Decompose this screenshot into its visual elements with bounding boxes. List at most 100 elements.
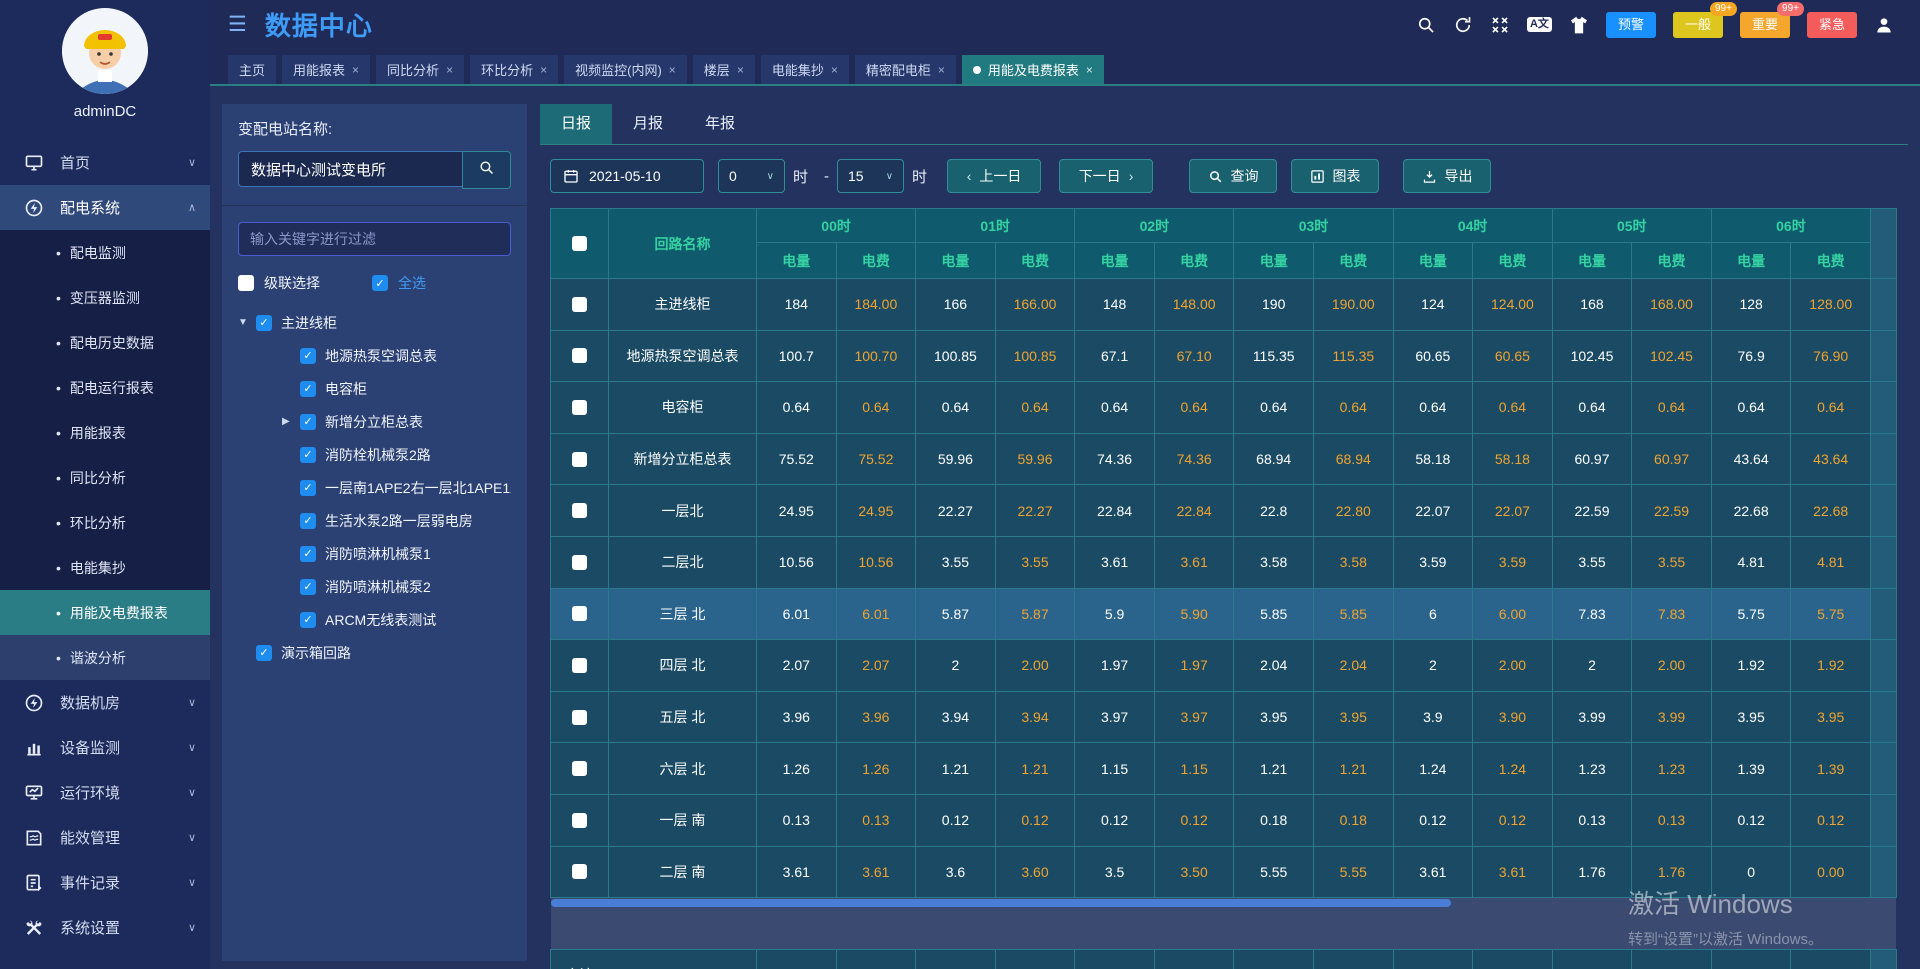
tree-checkbox[interactable]: ✓ (300, 447, 316, 463)
tree-node[interactable]: ✓消防栓机械泵2路 (238, 438, 511, 471)
table-row[interactable]: 六层 北1.261.261.211.211.151.151.211.211.24… (551, 743, 1897, 795)
row-checkbox[interactable] (572, 710, 587, 725)
sidebar-item[interactable]: 数据机房∨ (0, 680, 210, 725)
tree-node[interactable]: ✓生活水泵2路一层弱电房 (238, 504, 511, 537)
row-checkbox[interactable] (572, 658, 587, 673)
tree-node[interactable]: ▶✓新增分立柜总表 (238, 405, 511, 438)
tree-checkbox[interactable]: ✓ (300, 612, 316, 628)
table-row[interactable]: 一层 南0.130.130.120.120.120.120.180.180.12… (551, 794, 1897, 846)
vertical-scrollbar[interactable] (1870, 433, 1896, 485)
vertical-scrollbar[interactable] (1870, 640, 1896, 692)
tree-checkbox[interactable]: ✓ (300, 579, 316, 595)
row-checkbox[interactable] (572, 503, 587, 518)
alarm-button[interactable]: 紧急 (1807, 12, 1857, 38)
sidebar-subitem[interactable]: •电能集抄 (0, 545, 210, 590)
row-checkbox[interactable] (572, 606, 587, 621)
report-tab[interactable]: 日报 (540, 104, 612, 144)
sidebar-subitem[interactable]: •环比分析 (0, 500, 210, 545)
sidebar-item[interactable]: 配电系统∧ (0, 185, 210, 230)
tree-node[interactable]: ✓地源热泵空调总表 (238, 339, 511, 372)
chevron-collapsed-icon[interactable]: ▶ (282, 416, 300, 427)
vertical-scrollbar[interactable] (1870, 279, 1896, 331)
tree-node[interactable]: ✓一层南1APE2右一层北1APE1左 (238, 471, 511, 504)
row-checkbox[interactable] (572, 452, 587, 467)
hamburger-menu-icon[interactable]: ☰ (228, 12, 247, 37)
table-row[interactable]: 一层北24.9524.9522.2722.2722.8422.8422.822.… (551, 485, 1897, 537)
vertical-scrollbar[interactable] (1870, 330, 1896, 382)
sidebar-item[interactable]: 设备监测∨ (0, 725, 210, 770)
tree-node[interactable]: ▼✓主进线柜 (238, 306, 511, 339)
hour-end-select[interactable]: 15 ∨ (837, 159, 904, 193)
close-icon[interactable]: × (737, 63, 744, 77)
sidebar-item[interactable]: 首页∨ (0, 140, 210, 185)
table-row[interactable]: 四层 北2.072.0722.001.971.972.042.0422.0022… (551, 640, 1897, 692)
close-icon[interactable]: × (352, 63, 359, 77)
row-checkbox[interactable] (572, 864, 587, 879)
row-checkbox[interactable] (572, 813, 587, 828)
select-all-checkbox[interactable]: ✓ (372, 275, 388, 291)
table-row[interactable]: 主进线柜184184.00166166.00148148.00190190.00… (551, 279, 1897, 331)
station-input[interactable] (238, 151, 462, 187)
prev-day-button[interactable]: ‹ 上一日 (947, 159, 1041, 193)
table-row[interactable]: 新增分立柜总表75.5275.5259.9659.9674.3674.3668.… (551, 433, 1897, 485)
horizontal-scrollbar-thumb[interactable] (551, 899, 1451, 907)
tree-checkbox[interactable]: ✓ (300, 414, 316, 430)
table-row[interactable]: 电容柜0.640.640.640.640.640.640.640.640.640… (551, 382, 1897, 434)
vertical-scrollbar[interactable] (1870, 382, 1896, 434)
tree-checkbox[interactable]: ✓ (300, 381, 316, 397)
date-picker[interactable]: 2021-05-10 (550, 159, 704, 193)
sidebar-subitem[interactable]: •变压器监测 (0, 275, 210, 320)
tree-node[interactable]: ✓ARCM无线表测试 (238, 603, 511, 636)
sidebar-subitem[interactable]: •配电历史数据 (0, 320, 210, 365)
vertical-scrollbar[interactable] (1870, 691, 1896, 743)
vertical-scrollbar[interactable] (1870, 536, 1896, 588)
sidebar-item[interactable]: 系统设置∨ (0, 905, 210, 950)
nav-tab[interactable]: 精密配电柜× (855, 55, 956, 84)
tree-checkbox[interactable]: ✓ (256, 315, 272, 331)
report-tab[interactable]: 月报 (612, 104, 684, 144)
alarm-button[interactable]: 一般99+ (1673, 12, 1723, 38)
close-icon[interactable]: × (669, 63, 676, 77)
user-icon[interactable] (1874, 15, 1894, 35)
alarm-button[interactable]: 预警 (1606, 12, 1656, 38)
nav-tab[interactable]: 同比分析× (376, 55, 464, 84)
tree-node[interactable]: ✓消防喷淋机械泵1 (238, 537, 511, 570)
fullscreen-icon[interactable] (1490, 15, 1510, 35)
row-checkbox[interactable] (572, 555, 587, 570)
sidebar-subitem[interactable]: •用能报表 (0, 410, 210, 455)
next-day-button[interactable]: 下一日 › (1059, 159, 1153, 193)
horizontal-scrollbar-track[interactable] (551, 898, 1897, 950)
export-button[interactable]: 导出 (1403, 159, 1491, 193)
vertical-scrollbar[interactable] (1870, 209, 1896, 279)
close-icon[interactable]: × (938, 63, 945, 77)
row-checkbox[interactable] (572, 348, 587, 363)
sidebar-subitem[interactable]: •谐波分析 (0, 635, 210, 680)
table-row[interactable]: 二层北10.5610.563.553.553.613.613.583.583.5… (551, 536, 1897, 588)
tree-filter-input[interactable] (238, 222, 511, 256)
alarm-button[interactable]: 重要99+ (1740, 12, 1790, 38)
station-search-button[interactable] (462, 151, 511, 189)
hour-start-select[interactable]: 0 ∨ (718, 159, 785, 193)
nav-tab[interactable]: 视频监控(内网)× (564, 55, 687, 84)
vertical-scrollbar[interactable] (1870, 588, 1896, 640)
sidebar-subitem[interactable]: •用能及电费报表 (0, 590, 210, 635)
tree-checkbox[interactable]: ✓ (300, 348, 316, 364)
vertical-scrollbar[interactable] (1870, 846, 1896, 898)
row-checkbox[interactable] (572, 400, 587, 415)
close-icon[interactable]: × (540, 63, 547, 77)
refresh-icon[interactable] (1453, 15, 1473, 35)
row-checkbox[interactable] (572, 297, 587, 312)
table-row[interactable]: 地源热泵空调总表100.7100.70100.85100.8567.167.10… (551, 330, 1897, 382)
search-icon[interactable] (1416, 15, 1436, 35)
sidebar-subitem[interactable]: •配电监测 (0, 230, 210, 275)
vertical-scrollbar[interactable] (1870, 794, 1896, 846)
table-row[interactable]: 五层 北3.963.963.943.943.973.973.953.953.93… (551, 691, 1897, 743)
vertical-scrollbar[interactable] (1870, 743, 1896, 795)
close-icon[interactable]: × (831, 63, 838, 77)
nav-tab[interactable]: 用能及电费报表× (962, 55, 1104, 84)
sidebar-subitem[interactable]: •配电运行报表 (0, 365, 210, 410)
avatar[interactable] (62, 8, 148, 94)
nav-tab[interactable]: 用能报表× (282, 55, 370, 84)
tree-checkbox[interactable]: ✓ (300, 513, 316, 529)
sidebar-item[interactable]: 事件记录∨ (0, 860, 210, 905)
